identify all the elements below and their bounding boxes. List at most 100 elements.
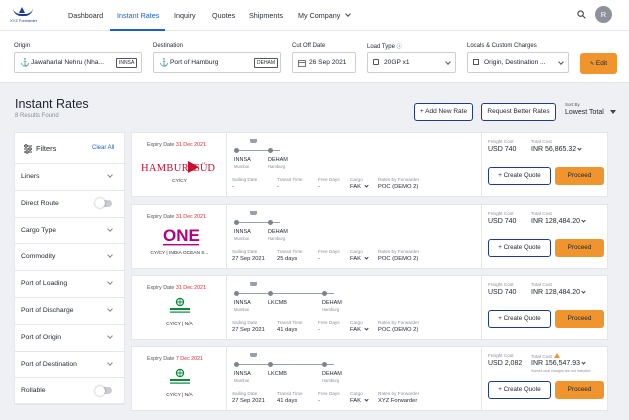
port-dot	[322, 291, 327, 296]
caret-down-icon[interactable]	[610, 110, 616, 114]
filter-port-of-loading[interactable]: Port of Loading	[15, 271, 124, 298]
cosco-logo	[170, 368, 190, 384]
clear-all-link[interactable]: Clear All	[92, 145, 114, 151]
filter-port-of-origin[interactable]: Port of Origin	[15, 325, 124, 352]
edit-button[interactable]: ✎ Edit	[580, 53, 617, 74]
chevron-down-icon[interactable]	[107, 359, 113, 366]
chevron-down-icon[interactable]	[107, 252, 113, 259]
proceed-button[interactable]: Proceed	[555, 167, 604, 185]
nav-shipments[interactable]: Shipments	[249, 11, 283, 20]
filter-commodity[interactable]: Commodity	[15, 244, 124, 272]
destination-field[interactable]: ⚓ Port of Hamburg DEHAM	[153, 52, 281, 73]
filter-port-of-discharge[interactable]: Port of Discharge	[15, 298, 124, 325]
hamburg-sud-logo: HAMBURGSÜD	[141, 161, 215, 174]
warning-icon	[553, 353, 560, 358]
anchor-icon: ⚓	[20, 58, 30, 67]
toggle-switch[interactable]	[95, 198, 112, 209]
filter-cargo-type[interactable]: Cargo Type	[15, 218, 124, 245]
total-cost[interactable]: INR 156,547.93	[531, 360, 586, 367]
route-line	[236, 222, 280, 223]
port-dot	[234, 220, 239, 225]
nav-inquiry[interactable]: Inquiry	[174, 11, 196, 20]
free-days-label: Free Days	[318, 177, 340, 182]
create-quote-button[interactable]: + Create Quote	[488, 310, 551, 328]
sailing-date: -	[232, 184, 234, 190]
nav-quotes[interactable]: Quotes	[212, 11, 235, 20]
cargo-label: Cargo	[350, 391, 363, 396]
request-better-rates-button[interactable]: Request Better Rates	[481, 103, 556, 121]
app-logo[interactable]: XYZ Forwarder	[10, 6, 50, 26]
sailing-date: 27 Sep 2021	[232, 327, 265, 333]
toggle-switch[interactable]	[95, 385, 112, 396]
chevron-down-icon[interactable]	[107, 332, 113, 339]
port-dot	[234, 362, 239, 367]
expiry-date: Expiry Date 31 Dec 2021	[147, 285, 206, 291]
proceed-button[interactable]: Proceed	[555, 310, 604, 328]
charges-field[interactable]: Origin, Destination ...	[467, 52, 569, 73]
cosco-logo	[170, 297, 190, 313]
port-name: Hamburg	[268, 236, 286, 241]
rate-card: Expiry Date 7 Dec 2021 CY/CY | N/A INNSA…	[131, 346, 608, 411]
port-name: Hamburg	[268, 164, 286, 169]
filter-direct-route[interactable]: Direct Route	[15, 191, 124, 218]
route-info: INNSA Mumbai LKCMB DEHAM Hamburg Sailing Dat…	[232, 347, 482, 410]
chevron-down-icon	[558, 59, 564, 65]
cargo-label: Cargo	[350, 177, 363, 182]
carrier-service: CY/CY | N/A	[166, 322, 193, 327]
cargo-value[interactable]: FAK	[350, 255, 369, 262]
add-new-rate-button[interactable]: + Add New Rate	[414, 103, 473, 121]
create-quote-button[interactable]: + Create Quote	[488, 239, 551, 257]
total-cost[interactable]: INR 56,865.32	[531, 146, 582, 153]
search-icon[interactable]	[577, 10, 586, 19]
carrier-panel: Expiry Date 7 Dec 2021 CY/CY | N/A	[132, 347, 227, 410]
nav-my-company[interactable]: My Company	[298, 11, 352, 20]
cargo-value[interactable]: FAK	[350, 183, 369, 190]
search-bar: Origin ⚓ Jawaharlal Nehru (Nha... INNSA …	[0, 31, 629, 83]
chevron-down-icon[interactable]	[107, 306, 113, 312]
cargo-value[interactable]: FAK	[350, 326, 369, 333]
origin-field[interactable]: ⚓ Jawaharlal Nehru (Nha... INNSA	[14, 52, 142, 73]
chevron-down-icon	[363, 255, 369, 260]
sailing-date-label: Sailing Date	[232, 177, 258, 182]
total-cost[interactable]: INR 128,484.20	[531, 289, 586, 296]
freight-cost: USD 740	[488, 218, 517, 225]
port-dot	[234, 148, 239, 153]
user-avatar[interactable]: R	[595, 6, 612, 23]
filter-label: Direct Route	[21, 199, 59, 207]
sort-label: Sort By	[565, 102, 580, 107]
cutoff-date-field[interactable]: 26 Sep 2021	[292, 52, 356, 73]
rates-by-forwarder: POC (DEMO 2)	[378, 327, 419, 333]
destination-label: Destination	[153, 43, 184, 49]
create-quote-button[interactable]: + Create Quote	[488, 381, 551, 399]
filter-liners[interactable]: Liners	[15, 164, 124, 191]
filter-rollable[interactable]: Rollable	[15, 378, 124, 406]
port-name: Hamburg	[322, 378, 340, 383]
proceed-button[interactable]: Proceed	[555, 239, 604, 257]
port-name: Mumbai	[234, 164, 249, 169]
transit-time: 41 days	[277, 398, 298, 404]
chevron-down-icon[interactable]	[107, 279, 113, 286]
route-line	[236, 364, 334, 365]
chevron-down-icon	[577, 146, 582, 151]
nav-dashboard[interactable]: Dashboard	[68, 11, 103, 20]
cargo-label: Cargo	[350, 249, 363, 254]
route-info: INNSA Mumbai LKCMB DEHAM Hamburg Sailing Dat…	[232, 276, 482, 339]
transit-time-label: Transit Time	[277, 177, 303, 182]
load-type-field[interactable]: 20GP x1	[367, 52, 456, 73]
charges-label: Locals & Custom Charges	[467, 43, 537, 49]
filter-port-of-destination[interactable]: Port of Destination	[15, 352, 124, 379]
chevron-down-icon[interactable]	[107, 225, 113, 232]
transit-time: -	[277, 184, 279, 190]
create-quote-button[interactable]: + Create Quote	[488, 167, 551, 185]
freight-cost-label: Freight Cost	[488, 139, 514, 144]
cargo-value[interactable]: FAK	[350, 397, 369, 404]
port-dot	[268, 362, 273, 367]
sort-select[interactable]: Lowest Total	[565, 109, 604, 116]
nav-instant-rates[interactable]: Instant Rates	[117, 11, 159, 20]
total-cost[interactable]: INR 128,484.20	[531, 218, 586, 225]
proceed-button[interactable]: Proceed	[555, 381, 604, 399]
port-name: Mumbai	[234, 236, 249, 241]
filter-label: Cargo Type	[21, 226, 57, 234]
chevron-down-icon	[581, 218, 586, 223]
chevron-down-icon[interactable]	[107, 172, 113, 178]
